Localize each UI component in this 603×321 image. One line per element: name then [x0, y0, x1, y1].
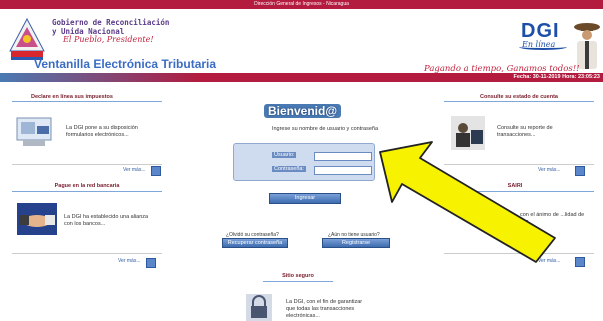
annotation-arrow-icon	[379, 141, 556, 263]
